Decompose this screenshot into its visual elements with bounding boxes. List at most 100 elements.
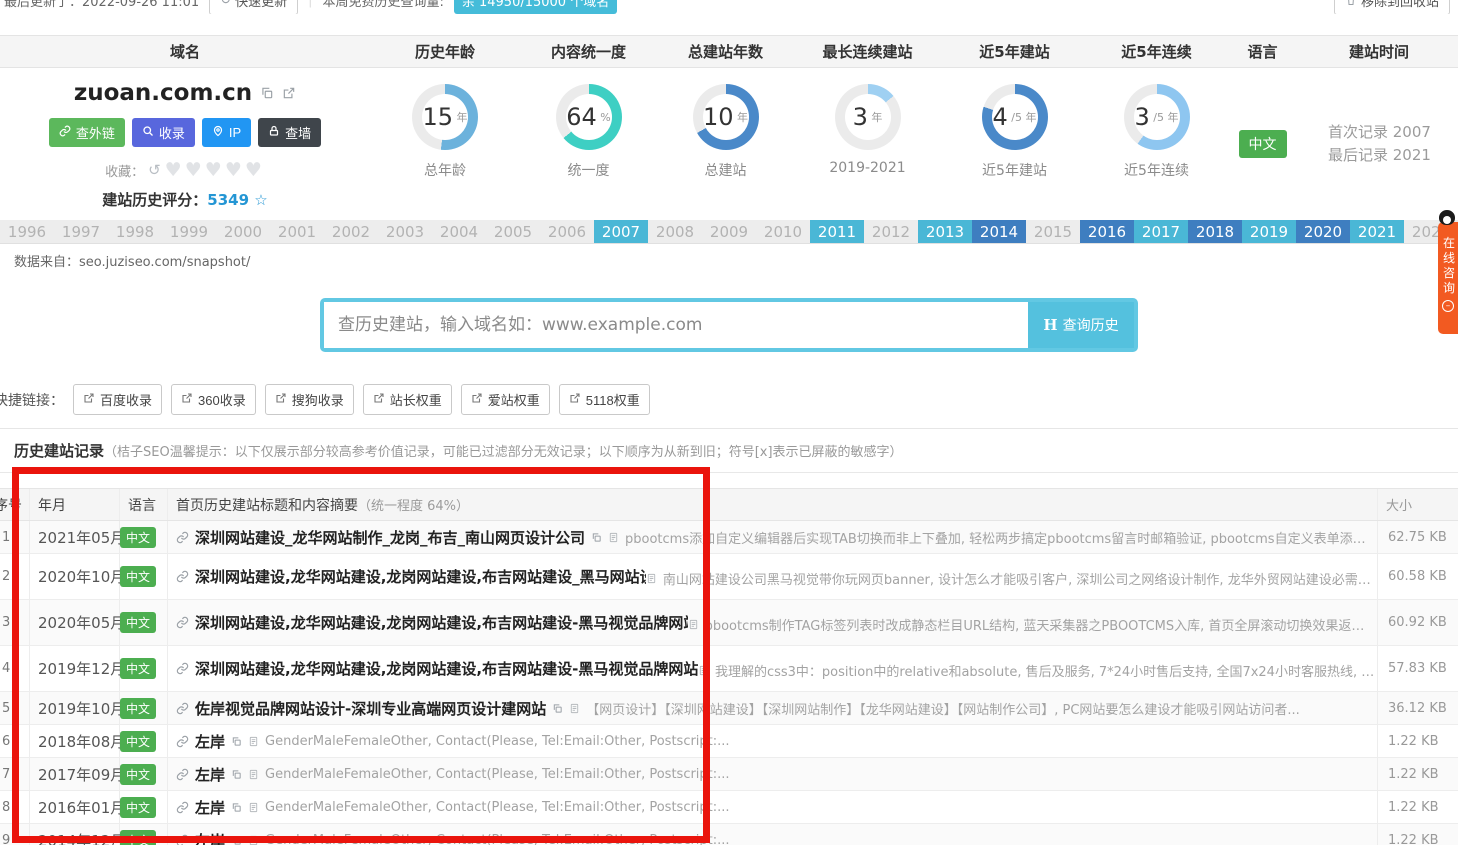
external-link-icon [569, 392, 581, 407]
timeline-year-2000[interactable]: 2000 [216, 220, 270, 243]
topbar: 最后更新了：2022-09-26 11:01 ↻ 快速更新 | 本周免费历史查询… [0, 0, 1458, 14]
donut-stat: 4 /5 年 近5年建站 [941, 68, 1088, 220]
quick-link-百度收录[interactable]: 百度收录 [73, 384, 162, 415]
quick-link-站长权重[interactable]: 站长权重 [363, 384, 452, 415]
timeline-year-1998[interactable]: 1998 [108, 220, 162, 243]
timeline-year-2005[interactable]: 2005 [486, 220, 540, 243]
stats-header-col: 历史年龄 [370, 41, 520, 62]
copy-icon[interactable] [231, 802, 242, 813]
row-size: 1.22 KB [1378, 734, 1458, 749]
heart-icon[interactable]: ♥ [245, 159, 265, 181]
row-language: 中文 [120, 791, 168, 823]
search-history-button[interactable]: H 查询历史 [1028, 302, 1134, 348]
timeline-year-2002[interactable]: 2002 [324, 220, 378, 243]
row-index: 4 [0, 646, 30, 691]
search-icon [142, 125, 154, 140]
row-title-cell: 左岸 GenderMaleFemaleOther, Contact(Please… [168, 824, 1378, 845]
record-title-link[interactable]: 佐岸视觉品牌网站设计-深圳专业高端网页设计建网站 [195, 698, 546, 719]
quota-label: 本周免费历史查询量: [322, 0, 443, 10]
copy-icon[interactable] [552, 703, 563, 714]
timeline-year-2012[interactable]: 2012 [864, 220, 918, 243]
copy-icon[interactable] [231, 736, 242, 747]
doc-icon [248, 769, 259, 780]
action-button-IP[interactable]: IP [202, 118, 251, 147]
search-input[interactable] [324, 302, 1028, 348]
col-language: 语言 [120, 489, 168, 520]
copy-icon[interactable] [260, 86, 274, 100]
record-description: GenderMaleFemaleOther, Contact(Please, T… [265, 767, 730, 782]
language-badge: 中文 [120, 698, 156, 719]
row-language: 中文 [120, 646, 168, 691]
external-link-icon[interactable] [282, 86, 296, 100]
record-title-link[interactable]: 深圳网站建设,龙华网站建设,龙岗网站建设,布吉网站建设_黑马网站设计公司 [195, 566, 646, 587]
recycle-bin-button[interactable]: 移除到回收站 [1334, 0, 1450, 14]
quick-link-5118权重[interactable]: 5118权重 [559, 384, 650, 415]
row-title-cell: 左岸 GenderMaleFemaleOther, Contact(Please… [168, 791, 1378, 823]
timeline-year-2017[interactable]: 2017 [1134, 220, 1188, 243]
quick-link-搜狗收录[interactable]: 搜狗收录 [265, 384, 354, 415]
timeline-year-2013[interactable]: 2013 [918, 220, 972, 243]
timeline-year-2010[interactable]: 2010 [756, 220, 810, 243]
record-title-link[interactable]: 深圳网站建设_龙华网站制作_龙岗_布吉_南山网页设计公司 [195, 527, 585, 548]
row-language: 中文 [120, 554, 168, 599]
timeline-year-2020[interactable]: 2020 [1296, 220, 1350, 243]
timeline-year-2006[interactable]: 2006 [540, 220, 594, 243]
heart-icon[interactable]: ♥ [225, 159, 245, 181]
timeline-year-2018[interactable]: 2018 [1188, 220, 1242, 243]
action-button-查墙[interactable]: 查墙 [258, 118, 321, 147]
row-date: 2019年12月 [30, 646, 120, 691]
external-link-icon [471, 392, 483, 407]
row-title-cell: 深圳网站建设,龙华网站建设,龙岗网站建设,布吉网站建设-黑马视觉品牌网站建设 p… [168, 600, 1378, 645]
star-icon[interactable]: ☆ [254, 191, 267, 209]
timeline-year-2003[interactable]: 2003 [378, 220, 432, 243]
record-title-link[interactable]: 左岸 [195, 830, 225, 845]
record-title-link[interactable]: 深圳网站建设,龙华网站建设,龙岗网站建设,布吉网站建设-黑马视觉品牌网站建设 [195, 658, 698, 679]
timeline-year-2016[interactable]: 2016 [1080, 220, 1134, 243]
favorite-hearts[interactable]: ♥♥♥♥♥ [165, 159, 265, 181]
action-button-收录[interactable]: 收录 [132, 118, 195, 147]
doc-icon [698, 665, 709, 676]
stats-header-col: 域名 [0, 41, 370, 62]
row-index: 1 [0, 521, 30, 553]
timeline-year-1997[interactable]: 1997 [54, 220, 108, 243]
timeline-year-2014[interactable]: 2014 [972, 220, 1026, 243]
row-title-cell: 左岸 GenderMaleFemaleOther, Contact(Please… [168, 725, 1378, 757]
record-title-link[interactable]: 左岸 [195, 797, 225, 818]
qq-penguin-icon [1439, 210, 1455, 225]
heart-icon[interactable]: ♥ [165, 159, 185, 181]
timeline-year-1996[interactable]: 1996 [0, 220, 54, 243]
score-value: 5349 [207, 191, 249, 209]
timeline-year-2004[interactable]: 2004 [432, 220, 486, 243]
timeline-year-2001[interactable]: 2001 [270, 220, 324, 243]
copy-icon[interactable] [231, 769, 242, 780]
timeline-year-2011[interactable]: 2011 [810, 220, 864, 243]
timeline-year-2007[interactable]: 2007 [594, 220, 648, 243]
table-row: 6 2018年08月 中文 左岸 GenderMaleFemaleOther, … [0, 725, 1458, 758]
heart-icon[interactable]: ♥ [185, 159, 205, 181]
quick-link-爱站权重[interactable]: 爱站权重 [461, 384, 550, 415]
row-date: 2018年08月 [30, 725, 120, 757]
record-description: GenderMaleFemaleOther, Contact(Please, T… [265, 833, 730, 845]
col-date: 年月 [30, 489, 120, 520]
quick-refresh-button[interactable]: ↻ 快速更新 [209, 0, 298, 14]
col-title: 首页历史建站标题和内容摘要 [176, 495, 358, 515]
timeline-year-2021[interactable]: 2021 [1350, 220, 1404, 243]
copy-icon[interactable] [231, 835, 242, 845]
record-title-link[interactable]: 深圳网站建设,龙华网站建设,龙岗网站建设,布吉网站建设-黑马视觉品牌网站建设 [195, 612, 688, 633]
timeline-year-2019[interactable]: 2019 [1242, 220, 1296, 243]
record-title-link[interactable]: 左岸 [195, 764, 225, 785]
chat-widget[interactable]: 在线咨询 – [1438, 222, 1458, 334]
record-title-link[interactable]: 左岸 [195, 731, 225, 752]
timeline-year-2009[interactable]: 2009 [702, 220, 756, 243]
quick-link-360收录[interactable]: 360收录 [171, 384, 256, 415]
timeline-year-2008[interactable]: 2008 [648, 220, 702, 243]
heart-icon[interactable]: ♥ [205, 159, 225, 181]
row-size: 57.83 KB [1378, 661, 1458, 676]
timeline-year-1999[interactable]: 1999 [162, 220, 216, 243]
action-button-查外链[interactable]: 查外链 [49, 118, 125, 147]
refresh-favorite-icon[interactable]: ↺ [148, 161, 161, 179]
copy-icon[interactable] [591, 532, 602, 543]
timeline-year-2015[interactable]: 2015 [1026, 220, 1080, 243]
history-section-note: （桔子SEO温馨提示：以下仅展示部分较高参考价值记录，可能已过滤部分无效记录；以… [104, 445, 903, 460]
donut-chart: 10 年 [693, 84, 759, 150]
